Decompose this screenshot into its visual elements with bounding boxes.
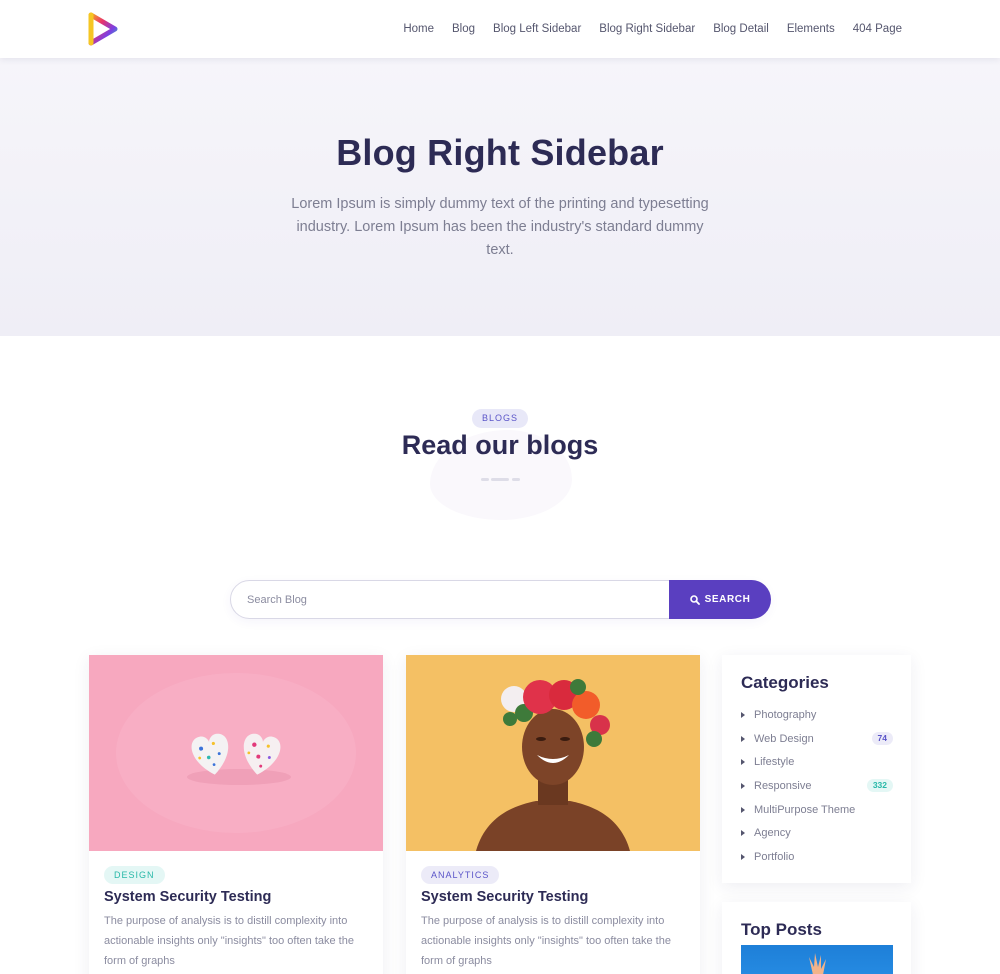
caret-right-icon <box>741 759 745 766</box>
top-posts-title: Top Posts <box>741 920 822 939</box>
category-item-photography[interactable]: Photography <box>741 703 893 727</box>
post-category-tag[interactable]: ANALYTICS <box>421 866 500 884</box>
post-image-flower-crown[interactable] <box>406 655 700 851</box>
category-item-responsive[interactable]: Responsive 332 <box>741 774 893 798</box>
nav-home[interactable]: Home <box>403 23 434 35</box>
category-label: Portfolio <box>754 850 795 863</box>
post-title[interactable]: System Security Testing <box>104 889 271 905</box>
category-item-web-design[interactable]: Web Design 74 <box>741 727 893 751</box>
post-title[interactable]: System Security Testing <box>421 889 588 905</box>
category-item-agency[interactable]: Agency <box>741 821 893 845</box>
caret-right-icon <box>741 830 745 837</box>
category-count-badge: 74 <box>871 732 893 746</box>
search-input[interactable] <box>231 581 669 618</box>
blog-search-bar: SEARCH <box>230 580 771 619</box>
category-item-portfolio[interactable]: Portfolio <box>741 845 893 869</box>
blog-post-card[interactable]: ANALYTICS System Security Testing The pu… <box>406 655 700 974</box>
caret-right-icon <box>741 782 745 789</box>
nav-blog[interactable]: Blog <box>452 23 475 35</box>
category-label: Agency <box>754 827 791 840</box>
title-divider-dot <box>512 478 520 481</box>
title-divider-dot <box>481 478 489 481</box>
hero-subtitle: Lorem Ipsum is simply dummy text of the … <box>291 196 709 258</box>
category-label: Photography <box>754 708 817 721</box>
category-item-multipurpose-theme[interactable]: MultiPurpose Theme <box>741 798 893 822</box>
caret-right-icon <box>741 711 745 718</box>
nav-blog-right-sidebar[interactable]: Blog Right Sidebar <box>599 23 695 35</box>
post-image-hearts[interactable] <box>89 655 383 851</box>
hero-banner: Blog Right Sidebar Lorem Ipsum is simply… <box>0 58 1000 336</box>
nav-elements[interactable]: Elements <box>787 23 835 35</box>
caret-right-icon <box>741 806 745 813</box>
top-posts-widget: Top Posts <box>722 902 911 974</box>
nav-blog-detail[interactable]: Blog Detail <box>713 23 769 35</box>
category-label: Lifestyle <box>754 756 795 769</box>
category-count-badge: 332 <box>866 779 893 793</box>
title-divider-line <box>491 478 509 481</box>
category-item-lifestyle[interactable]: Lifestyle <box>741 750 893 774</box>
search-button-label: SEARCH <box>704 594 751 605</box>
search-icon <box>689 594 700 605</box>
section-badge: BLOGS <box>472 409 528 428</box>
top-post-thumbnail[interactable] <box>741 945 893 974</box>
search-button[interactable]: SEARCH <box>669 580 771 619</box>
nav-blog-left-sidebar[interactable]: Blog Left Sidebar <box>493 23 581 35</box>
brand-logo-icon[interactable] <box>88 12 118 46</box>
page-title: Blog Right Sidebar <box>336 132 664 173</box>
categories-list: Photography Web Design 74 Lifestyle Resp… <box>741 703 893 869</box>
categories-widget: Categories Photography Web Design 74 Lif… <box>722 655 911 883</box>
main-nav: Home Blog Blog Left Sidebar Blog Right S… <box>385 0 902 58</box>
post-excerpt: The purpose of analysis is to distill co… <box>104 915 354 967</box>
nav-404-page[interactable]: 404 Page <box>853 23 902 35</box>
category-label: Web Design <box>754 732 814 745</box>
caret-right-icon <box>741 853 745 860</box>
category-label: MultiPurpose Theme <box>754 803 856 816</box>
caret-right-icon <box>741 735 745 742</box>
post-excerpt: The purpose of analysis is to distill co… <box>421 915 671 967</box>
category-label: Responsive <box>754 779 812 792</box>
post-category-tag[interactable]: DESIGN <box>104 866 165 884</box>
blog-post-card[interactable]: DESIGN System Security Testing The purpo… <box>89 655 383 974</box>
site-header: Home Blog Blog Left Sidebar Blog Right S… <box>0 0 1000 58</box>
section-title: Read our blogs <box>401 430 599 460</box>
categories-title: Categories <box>741 673 829 692</box>
